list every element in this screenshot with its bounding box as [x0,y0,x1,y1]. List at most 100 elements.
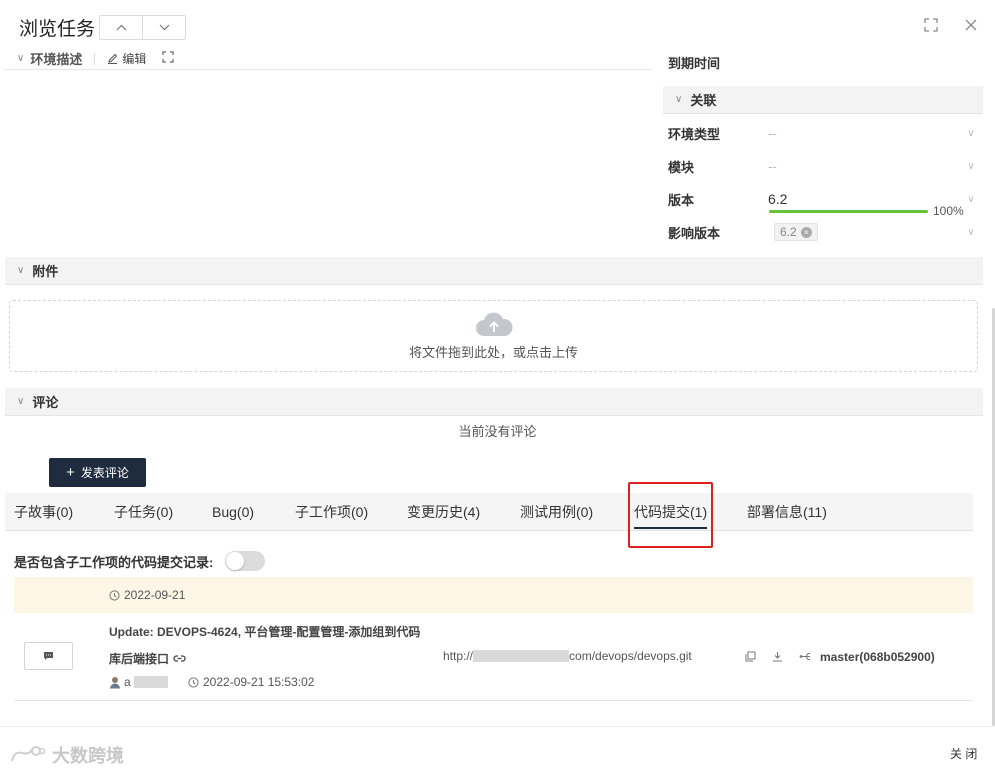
affected-version-tags: 6.2 × [768,223,964,241]
watermark: 大数跨境 [8,742,124,768]
branch-icon [799,652,810,660]
version-tag: 6.2 × [774,223,818,241]
commit-date-text: 2022-09-21 [124,588,186,602]
cloud-upload-icon [475,312,513,336]
url-suffix: com/devops/devops.git [569,649,692,663]
pencil-icon [108,53,118,64]
due-date-label: 到期时间 [668,55,721,71]
watermark-logo-icon [11,746,46,762]
comment-button[interactable] [24,642,73,670]
version-field[interactable]: 版本 6.2 ∨ [668,189,978,209]
env-type-field[interactable]: 环境类型 -- ∨ [668,123,978,143]
no-comments-text: 当前没有评论 [458,424,537,439]
include-sub-items-label: 是否包含子工作项的代码提交记录: [14,554,214,570]
commit-branch[interactable]: master(068b052900) [820,650,935,664]
redacted-host [473,650,570,662]
chevron-down-icon: ∨ [17,265,25,276]
repository: 库后端接口 [109,650,186,667]
module-label: 模块 [668,159,695,175]
close-icon [965,19,977,31]
attachments-title: 附件 [32,264,59,279]
message-icon [44,652,53,660]
tab-sub-stories[interactable]: 子故事(0) [14,493,73,531]
url-prefix: http:// [443,649,474,663]
commit-author: a [109,675,168,689]
commit-message[interactable]: Update: DEVOPS-4624, 平台管理-配置管理-添加组到代码 [109,623,420,640]
commit-date-group: 2022-09-21 [14,577,973,613]
dialog-title: 浏览任务 [19,19,96,40]
attachments-section-header[interactable]: ∨ 附件 [5,257,983,285]
due-date-row: 到期时间 [668,52,978,72]
chevron-up-icon [116,24,126,31]
include-sub-items-row: 是否包含子工作项的代码提交记录: [14,550,266,572]
next-item-button[interactable] [142,16,185,39]
chevron-down-icon[interactable]: ∨ [17,53,24,64]
version-label: 版本 [668,192,695,208]
expand-editor-button[interactable] [162,51,174,66]
comments-title: 评论 [32,395,59,410]
version-progress-text: 100% [933,204,964,218]
post-comment-button[interactable]: + 发表评论 [49,458,146,487]
chevron-down-icon: ∨ [967,193,975,205]
environment-description-label: 环境描述 [30,52,83,67]
edit-button[interactable]: 编辑 [107,50,146,67]
clock-icon [188,676,199,688]
env-type-value: -- [768,125,777,141]
commit-item: Update: DEVOPS-4624, 平台管理-配置管理-添加组到代码 库后… [14,613,973,701]
upload-dropzone[interactable]: 将文件拖到此处，或点击上传 [9,300,978,372]
env-type-label: 环境类型 [668,126,721,142]
clock-icon [109,589,120,601]
dialog-header: 浏览任务 [0,0,995,48]
affected-version-field[interactable]: 影响版本 6.2 × ∨ [668,222,978,242]
main-column: ∨ 环境描述 编辑 [5,48,652,70]
item-navigator [99,15,186,40]
chevron-down-icon: ∨ [675,94,683,105]
fullscreen-button[interactable] [922,16,940,34]
dialog-footer: 大数跨境 关 闭 [0,726,995,774]
remove-tag-icon[interactable]: × [800,226,812,238]
repository-url[interactable]: http:// com/devops/devops.git [443,649,692,663]
close-button[interactable]: 关 闭 [950,745,977,762]
tab-test-cases[interactable]: 测试用例(0) [520,493,593,531]
chevron-down-icon: ∨ [17,396,25,407]
version-progress-track [769,210,928,213]
chevron-down-icon: ∨ [967,160,975,172]
module-value: -- [768,158,777,174]
divider [94,52,96,65]
repository-name: 库后端接口 [109,652,170,666]
avatar-icon [110,676,120,688]
related-section-title: 关联 [690,93,717,108]
chevron-down-icon [159,24,169,31]
module-field[interactable]: 模块 -- ∨ [668,156,978,176]
previous-item-button[interactable] [100,16,142,39]
edit-label: 编辑 [122,52,147,66]
fullscreen-icon [162,51,174,63]
commit-time-text: 2022-09-21 15:53:02 [203,675,315,689]
environment-description-bar: ∨ 环境描述 编辑 [5,48,652,70]
toggle-knob [226,552,245,570]
post-comment-label: 发表评论 [80,466,129,480]
affected-version-label: 影响版本 [668,225,721,241]
download-icon [772,651,782,662]
tab-bugs[interactable]: Bug(0) [212,493,254,531]
commit-time: 2022-09-21 15:53:02 [188,675,314,689]
download-button[interactable] [770,649,784,663]
plus-icon: + [66,464,75,481]
commit-date: 2022-09-21 [109,588,185,602]
tab-change-history[interactable]: 变更历史(4) [407,493,480,531]
related-section-header[interactable]: ∨ 关联 [663,86,983,114]
detail-tabs: 子故事(0) 子任务(0) Bug(0) 子工作项(0) 变更历史(4) 测试用… [5,493,973,531]
tab-sub-tasks[interactable]: 子任务(0) [114,493,173,531]
tab-sub-work-items[interactable]: 子工作项(0) [295,493,368,531]
tab-deployment-info[interactable]: 部署信息(11) [747,493,827,531]
link-icon[interactable] [173,654,186,663]
branch-button[interactable] [798,649,812,663]
copy-button[interactable] [743,649,757,663]
version-progress-fill [769,210,928,213]
fullscreen-icon [924,18,938,32]
include-sub-items-toggle[interactable] [225,551,266,571]
chevron-down-icon: ∨ [967,226,975,238]
comments-section-header[interactable]: ∨ 评论 [5,388,983,416]
close-dialog-button[interactable] [962,16,980,34]
tab-code-commits[interactable]: 代码提交(1) [634,493,708,531]
